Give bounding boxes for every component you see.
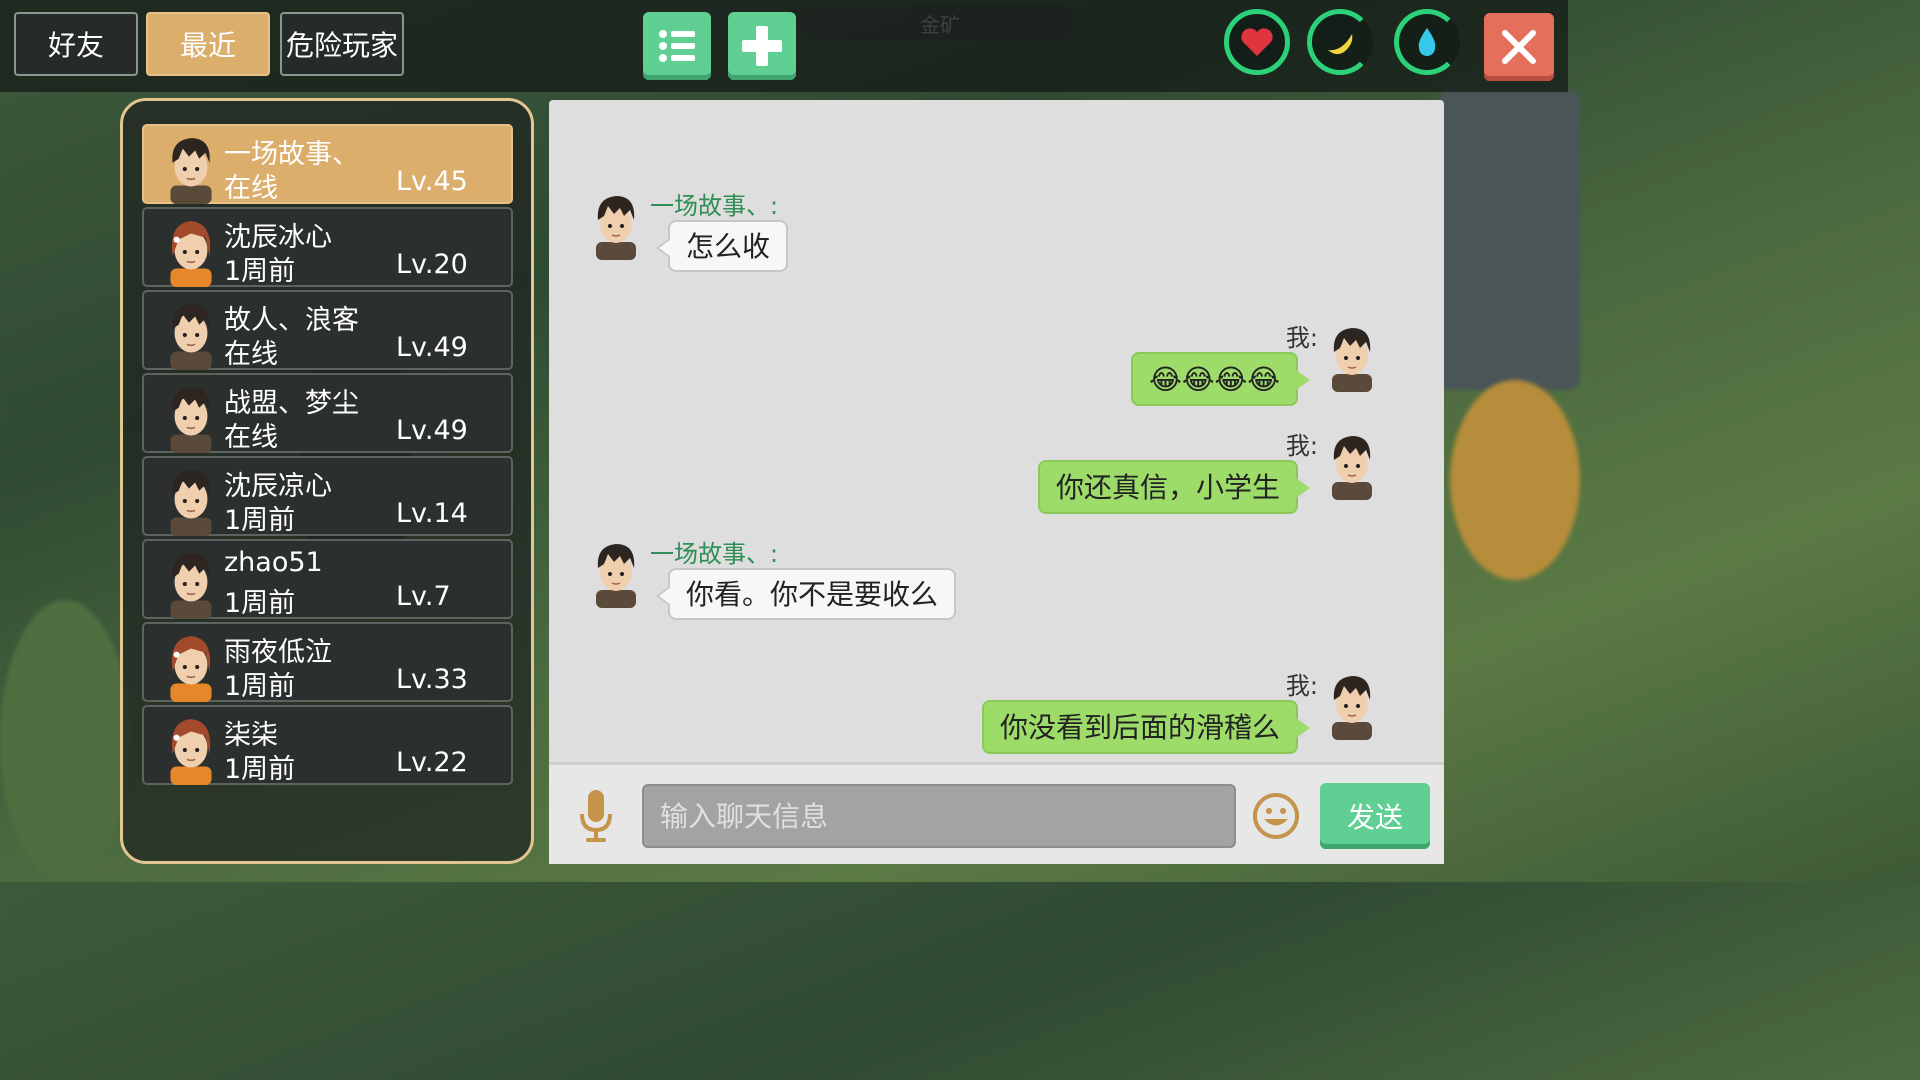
- tab-friends-label: 好友: [47, 29, 104, 62]
- boy-avatar-icon: [170, 138, 212, 204]
- microphone-icon: [580, 790, 612, 842]
- message-bubble: 你还真信，小学生: [1037, 460, 1311, 514]
- boy-avatar-icon: [170, 553, 212, 619]
- tab-recent[interactable]: 最近: [146, 12, 270, 76]
- friend-row[interactable]: 沈辰凉心 1周前 Lv.14: [142, 456, 513, 536]
- smiley-icon: [1253, 793, 1299, 839]
- message-sender: 一场故事、:: [650, 192, 779, 220]
- banana-button[interactable]: [1307, 9, 1373, 75]
- message-bubble: 😂😂😂😂: [1131, 352, 1310, 406]
- background-grass: [0, 600, 130, 880]
- friend-row[interactable]: 战盟、梦尘 在线 Lv.49: [142, 373, 513, 453]
- friend-avatar: [158, 713, 224, 785]
- friend-row[interactable]: 一场故事、 在线 Lv.45: [142, 124, 513, 204]
- friend-status: 1周前: [224, 588, 296, 619]
- friend-level: Lv.14: [396, 498, 468, 529]
- friend-avatar: [158, 215, 224, 287]
- friend-row[interactable]: 故人、浪客 在线 Lv.49: [142, 290, 513, 370]
- friend-avatar: [158, 132, 224, 204]
- message-sender: 一场故事、:: [650, 540, 779, 568]
- friend-row[interactable]: 柒柒 1周前 Lv.22: [142, 705, 513, 785]
- friend-level: Lv.33: [396, 664, 468, 695]
- message-bubble: 怎么收: [655, 220, 789, 272]
- friend-status: 1周前: [224, 671, 296, 702]
- boy-avatar-icon: [1332, 676, 1372, 740]
- friend-level: Lv.22: [396, 747, 468, 778]
- message-sender: 我:: [1285, 432, 1318, 460]
- friend-status: 在线: [224, 422, 278, 453]
- add-friend-button[interactable]: [728, 12, 796, 80]
- boy-avatar-icon: [596, 196, 636, 260]
- water-button[interactable]: [1394, 9, 1460, 75]
- emoji-button[interactable]: [1252, 792, 1300, 840]
- chat-avatar: [1322, 670, 1382, 740]
- friend-row[interactable]: 雨夜低泣 1周前 Lv.33: [142, 622, 513, 702]
- message-sender: 我:: [1285, 324, 1318, 352]
- location-banner: 金矿: [800, 6, 1080, 40]
- friend-status: 1周前: [224, 754, 296, 785]
- message-sender: 我:: [1285, 672, 1318, 700]
- friend-avatar: [158, 298, 224, 370]
- tab-dangerous-players-label: 危险玩家: [285, 29, 398, 62]
- heart-icon: [1241, 28, 1273, 56]
- boy-avatar-icon: [1332, 328, 1372, 392]
- chat-text-input[interactable]: [642, 784, 1236, 848]
- friend-status: 在线: [224, 339, 278, 370]
- friend-name: zhao51: [224, 547, 323, 578]
- background-scenery: [1440, 90, 1580, 390]
- friend-avatar: [158, 464, 224, 536]
- plus-icon: [742, 26, 782, 66]
- girl-avatar-icon: [170, 719, 212, 785]
- close-icon: [1502, 30, 1536, 64]
- message-bubble: 你看。你不是要收么: [655, 568, 957, 620]
- friend-row[interactable]: zhao51 1周前 Lv.7: [142, 539, 513, 619]
- chat-avatar: [586, 190, 646, 260]
- send-button-label: 发送: [1346, 801, 1403, 834]
- friend-status: 1周前: [224, 505, 296, 536]
- friend-level: Lv.45: [396, 166, 468, 197]
- chat-avatar: [1322, 322, 1382, 392]
- list-button[interactable]: [643, 12, 711, 80]
- friend-level: Lv.49: [396, 332, 468, 363]
- tab-dangerous-players[interactable]: 危险玩家: [280, 12, 404, 76]
- friend-status: 1周前: [224, 256, 296, 287]
- girl-avatar-icon: [170, 636, 212, 702]
- friend-status: 在线: [224, 173, 278, 204]
- water-drop-icon: [1418, 28, 1436, 56]
- chat-avatar: [1322, 430, 1382, 500]
- friend-avatar: [158, 381, 224, 453]
- microphone-button[interactable]: [576, 786, 616, 846]
- boy-avatar-icon: [170, 470, 212, 536]
- tab-friends[interactable]: 好友: [14, 12, 138, 76]
- message-bubble: 你没看到后面的滑稽么: [981, 700, 1311, 754]
- friend-level: Lv.20: [396, 249, 468, 280]
- background-rock: [1450, 380, 1580, 580]
- send-button[interactable]: 发送: [1320, 783, 1430, 849]
- list-icon: [659, 30, 695, 62]
- friend-level: Lv.7: [396, 581, 451, 612]
- boy-avatar-icon: [1332, 436, 1372, 500]
- friend-avatar: [158, 630, 224, 702]
- close-button[interactable]: [1484, 13, 1554, 81]
- chat-avatar: [586, 538, 646, 608]
- tab-recent-label: 最近: [179, 29, 236, 62]
- boy-avatar-icon: [596, 544, 636, 608]
- friend-avatar: [158, 547, 224, 619]
- friend-level: Lv.49: [396, 415, 468, 446]
- friend-row[interactable]: 沈辰冰心 1周前 Lv.20: [142, 207, 513, 287]
- boy-avatar-icon: [170, 387, 212, 453]
- boy-avatar-icon: [170, 304, 212, 370]
- girl-avatar-icon: [170, 221, 212, 287]
- heart-button[interactable]: [1224, 9, 1290, 75]
- banana-icon: [1328, 34, 1353, 55]
